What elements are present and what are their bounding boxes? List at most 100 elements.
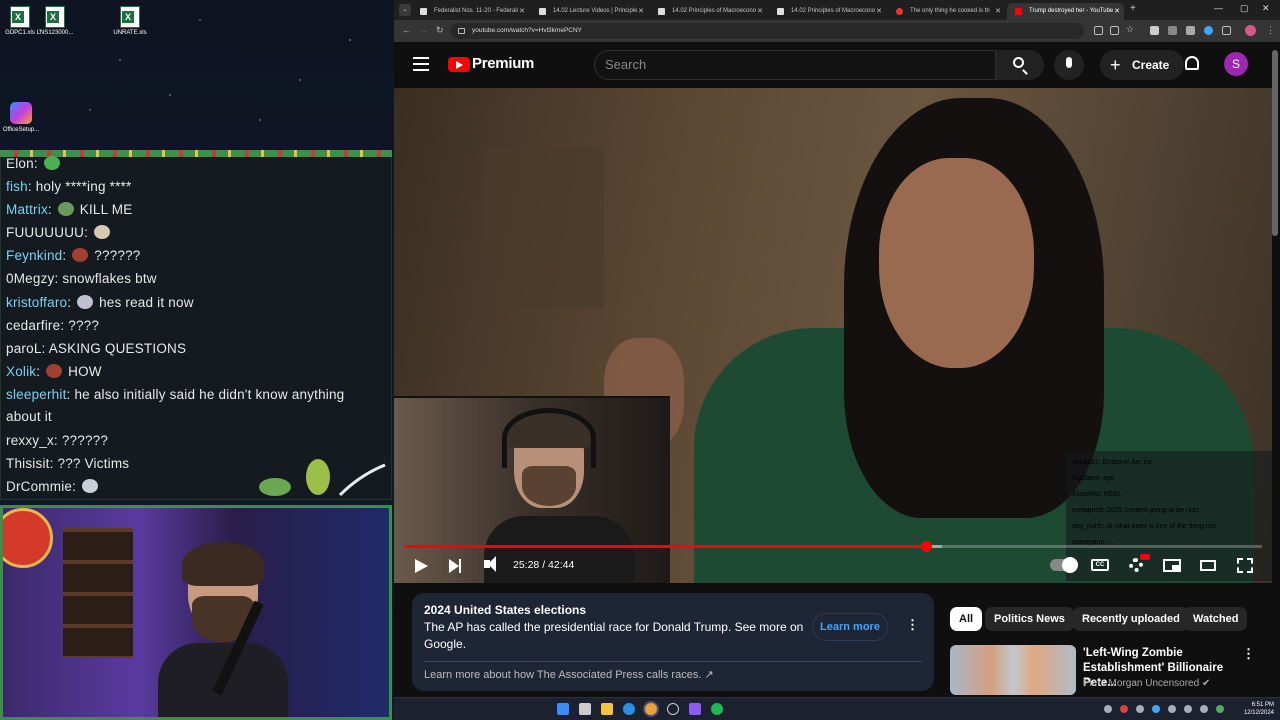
account-avatar[interactable]: S	[1224, 52, 1248, 76]
chat-username[interactable]: cedarfire	[6, 318, 60, 333]
channel-name[interactable]: Piers Morgan Uncensored ✔	[1083, 678, 1210, 689]
chat-username[interactable]: paroL	[6, 341, 42, 356]
browser-menu-icon[interactable]: ⋮	[1266, 25, 1275, 36]
site-info-icon[interactable]	[458, 28, 465, 34]
close-tab-icon[interactable]: ✕	[757, 3, 763, 20]
extension-icon[interactable]	[1168, 26, 1177, 35]
close-tab-icon[interactable]: ✕	[876, 3, 882, 20]
chrome-browser-icon[interactable]	[645, 703, 657, 715]
chat-username[interactable]: fish	[6, 179, 28, 194]
next-video-icon[interactable]	[449, 559, 461, 573]
chat-username[interactable]: Elon	[6, 156, 34, 171]
network-icon[interactable]	[1184, 705, 1192, 713]
desktop-icon-officesetup[interactable]: OfficeSetup...	[2, 102, 40, 133]
tray-app-icon[interactable]	[1136, 705, 1144, 713]
youtube-logo-icon[interactable]	[448, 57, 470, 72]
minimize-icon[interactable]: —	[1214, 3, 1223, 13]
extension-icon[interactable]	[1150, 26, 1159, 35]
menu-hamburger-icon[interactable]	[413, 57, 429, 71]
profile-avatar-icon[interactable]	[1245, 25, 1256, 36]
theater-mode-icon[interactable]	[1200, 560, 1216, 571]
close-tab-icon[interactable]: ✕	[638, 3, 644, 20]
chat-username[interactable]: Feynkind	[6, 248, 62, 263]
reload-icon[interactable]: ↻	[436, 25, 444, 36]
volume-icon[interactable]	[484, 556, 496, 572]
desktop-icon-unrate[interactable]: UNRATE.xls	[110, 6, 150, 36]
chat-username[interactable]: kristoffaro	[6, 295, 67, 310]
chip-all[interactable]: All	[950, 607, 983, 631]
search-input[interactable]: Search	[594, 50, 996, 80]
chat-username[interactable]: Xolik	[6, 364, 36, 379]
chat-username[interactable]: 0Megzy	[6, 271, 54, 286]
extension-icon[interactable]	[1204, 26, 1213, 35]
tab-macroeconomics-1[interactable]: 14.02 Principles of Macroecono ✕	[650, 3, 767, 20]
forward-icon[interactable]: →	[419, 25, 428, 35]
chat-username[interactable]: DrCommie	[6, 479, 72, 494]
tray-chevron-icon[interactable]	[1104, 705, 1112, 713]
chat-username[interactable]: Thisisit	[6, 456, 50, 471]
start-windows-icon[interactable]	[557, 703, 569, 715]
chip-recently-uploaded[interactable]: Recently uploaded	[1073, 607, 1189, 631]
file-explorer-icon[interactable]	[601, 703, 613, 715]
tab-federalist[interactable]: Federalist Nos. 11-20 - Federali ✕	[412, 3, 529, 20]
close-window-icon[interactable]: ✕	[1262, 3, 1270, 14]
extension-icon[interactable]	[1186, 26, 1195, 35]
fullscreen-icon[interactable]	[1237, 558, 1253, 573]
video-more-options-icon[interactable]: ⋮	[1242, 646, 1255, 662]
extensions-puzzle-icon[interactable]	[1222, 26, 1231, 35]
more-options-icon[interactable]: ⋮	[906, 617, 919, 633]
tray-app-icon[interactable]	[1152, 705, 1160, 713]
bookmark-star-icon[interactable]: ☆	[1126, 24, 1135, 34]
tab-search-icon[interactable]: ⌄	[399, 4, 411, 16]
new-tab-icon[interactable]: +	[1130, 3, 1136, 14]
settings-gear-icon[interactable]	[1129, 558, 1143, 572]
tray-app-icon[interactable]	[1168, 705, 1176, 713]
tab-lecture-videos[interactable]: 14.02 Lecture Videos | Principle ✕	[531, 3, 648, 20]
speaker-icon[interactable]	[1200, 705, 1208, 713]
app-icon[interactable]	[689, 703, 701, 715]
create-button[interactable]: + Create	[1100, 50, 1184, 80]
close-tab-icon[interactable]: ✕	[995, 3, 1001, 20]
search-button[interactable]	[996, 50, 1044, 80]
chip-politics-news[interactable]: Politics News	[985, 607, 1074, 631]
miniplayer-icon[interactable]	[1163, 559, 1181, 572]
taskbar-clock[interactable]: 6:51 PM 12/12/2024	[1230, 701, 1274, 717]
maximize-icon[interactable]: ▢	[1240, 3, 1249, 14]
video-thumbnail[interactable]	[950, 645, 1076, 695]
spotify-icon[interactable]	[711, 703, 723, 715]
youtube-premium-wordmark[interactable]: Premium	[472, 55, 534, 72]
zoom-icon[interactable]	[1110, 26, 1119, 35]
captions-icon[interactable]: CC	[1091, 559, 1109, 571]
obs-icon[interactable]	[667, 703, 679, 715]
desktop-icon-lns[interactable]: LNS123000...	[35, 6, 75, 36]
chat-username[interactable]: FUUUUUUU	[6, 225, 84, 240]
desktop-icon-gdpc1[interactable]: GDPC1.xls	[0, 6, 40, 36]
notifications-bell-icon[interactable]	[1185, 56, 1199, 70]
close-tab-icon[interactable]: ✕	[519, 3, 525, 20]
play-icon[interactable]	[415, 559, 428, 573]
chat-username[interactable]: Mattrix	[6, 202, 48, 217]
task-view-icon[interactable]	[579, 703, 591, 715]
progress-bar[interactable]	[404, 541, 1262, 552]
tab-macroeconomics-2[interactable]: 14.02 Principles of Macroecono ✕	[769, 3, 886, 20]
edge-browser-icon[interactable]	[623, 703, 635, 715]
back-icon[interactable]: ←	[402, 25, 411, 35]
chat-username[interactable]: sleeperhit	[6, 387, 67, 402]
ap-info-link[interactable]: Learn more about how The Associated Pres…	[424, 668, 714, 681]
autoplay-toggle[interactable]	[1050, 557, 1078, 573]
url-bar[interactable]: youtube.com/watch?v=Hvl3kmePCNY	[450, 23, 1084, 39]
page-scrollbar[interactable]	[1272, 50, 1278, 236]
battery-icon[interactable]	[1216, 705, 1224, 713]
tab-youtube-active[interactable]: Trump destroyed her - YouTube ✕	[1007, 3, 1124, 20]
close-tab-icon[interactable]: ✕	[1114, 3, 1120, 20]
chat-username[interactable]: rexxy_x	[6, 433, 54, 448]
chip-watched[interactable]: Watched	[1184, 607, 1248, 631]
tray-app-icon[interactable]	[1120, 705, 1128, 713]
video-player[interactable]: vetrax91: Emporor Arc inc Myoberri: eye …	[394, 88, 1272, 583]
tab-only-thing-cooked[interactable]: The only thing he cooked is th ✕	[888, 3, 1005, 20]
scrubber-handle[interactable]	[920, 541, 932, 552]
learn-more-button[interactable]: Learn more	[812, 613, 888, 641]
install-app-icon[interactable]	[1094, 26, 1103, 35]
recommended-video[interactable]: 'Left-Wing Zombie Establishment' Billion…	[950, 645, 1274, 695]
voice-search-mic-icon[interactable]	[1054, 50, 1084, 80]
